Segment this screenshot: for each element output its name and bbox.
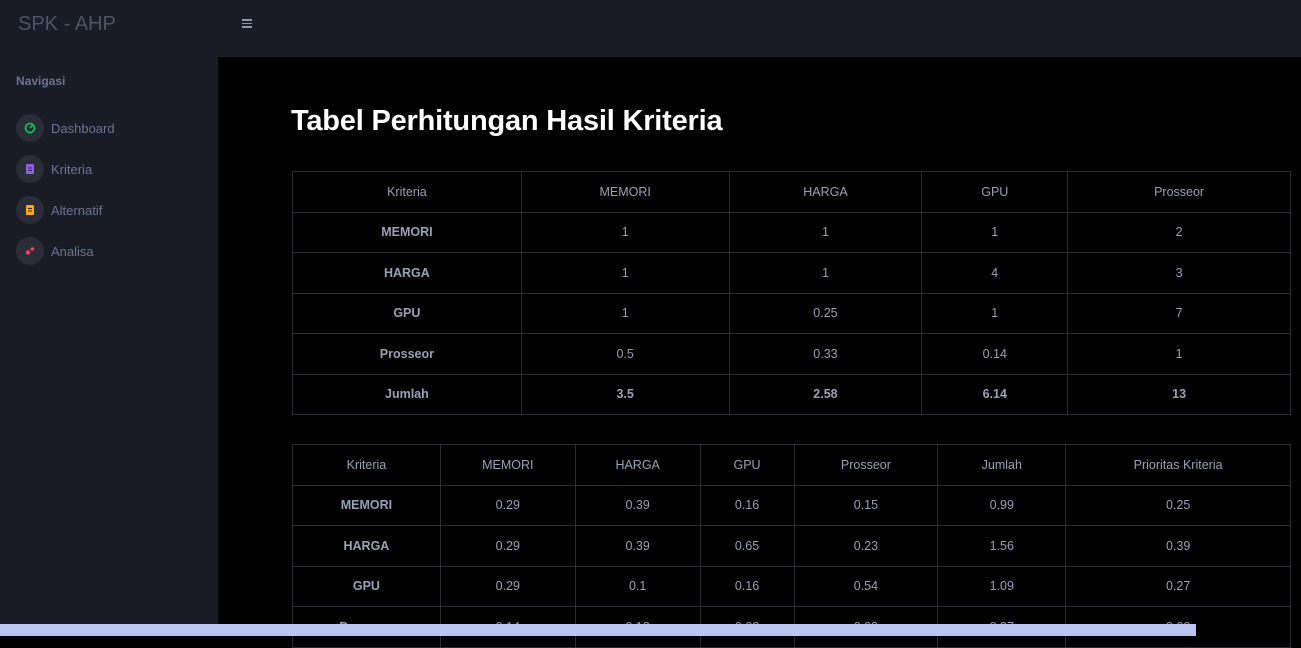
sum-cell: 3.5 (520, 373, 730, 415)
table-row: GPU 0.29 0.1 0.16 0.54 1.09 0.27 (292, 565, 1291, 607)
table-cell: 1 (1067, 333, 1291, 375)
table-cell: 0.29 (439, 565, 576, 607)
table-cell: 7 (1067, 292, 1291, 334)
table-row: Prosseor 0.5 0.33 0.14 1 (292, 333, 1291, 375)
table-cell: 1 (921, 292, 1069, 334)
table-cell: 0.23 (793, 525, 939, 567)
chart-icon (16, 237, 44, 265)
table-header-row: Kriteria MEMORI HARGA GPU Prosseor (292, 171, 1291, 213)
horizontal-scrollbar[interactable] (0, 624, 1196, 636)
sidebar-item-label: Dashboard (51, 120, 115, 136)
table-row: MEMORI 1 1 1 2 (292, 211, 1291, 253)
column-header: MEMORI (439, 444, 576, 486)
row-header: HARGA (292, 525, 441, 567)
pairwise-comparison-table: Kriteria MEMORI HARGA GPU Prosseor MEMOR… (292, 171, 1291, 415)
column-header: Kriteria (292, 444, 441, 486)
clipboard-icon (16, 155, 44, 183)
table-cell: 0.1 (574, 565, 701, 607)
sidebar-item-analisa[interactable]: Analisa (16, 237, 206, 265)
table-cell: 0.39 (574, 525, 701, 567)
table-cell: 1 (520, 292, 730, 334)
column-header: HARGA (728, 171, 923, 213)
column-header: GPU (921, 171, 1069, 213)
table-cell: 0.5 (520, 333, 730, 375)
sidebar-title: Navigasi (16, 74, 66, 88)
menu-toggle-icon[interactable] (242, 17, 256, 33)
column-header: Jumlah (937, 444, 1067, 486)
main-content: Tabel Perhitungan Hasil Kriteria Kriteri… (218, 57, 1301, 648)
table-cell: 0.33 (728, 333, 923, 375)
column-header: Prosseor (1067, 171, 1291, 213)
brand-logo[interactable]: SPK - AHP (18, 13, 116, 36)
table-row: HARGA 1 1 4 3 (292, 252, 1291, 294)
page-title: Tabel Perhitungan Hasil Kriteria (291, 105, 723, 137)
top-navbar: SPK - AHP (0, 0, 1301, 57)
table-cell: 1 (728, 252, 923, 294)
sidebar-item-dashboard[interactable]: Dashboard (16, 114, 206, 142)
speedometer-icon (16, 114, 44, 142)
table-cell: 2 (1067, 211, 1291, 253)
table-cell: 0.29 (439, 484, 576, 526)
table-cell: 0.25 (728, 292, 923, 334)
table-cell: 3 (1067, 252, 1291, 294)
table-cell: 1.56 (937, 525, 1067, 567)
table-cell: 0.39 (1065, 525, 1291, 567)
sum-row: Jumlah 3.5 2.58 6.14 13 (292, 373, 1291, 415)
normalized-matrix-table: Kriteria MEMORI HARGA GPU Prosseor Jumla… (292, 444, 1291, 648)
table-cell: 0.27 (1065, 565, 1291, 607)
table-cell: 1 (921, 211, 1069, 253)
sidebar-item-alternatif[interactable]: Alternatif (16, 196, 206, 224)
table-cell: 0.29 (439, 525, 576, 567)
sidebar-item-label: Alternatif (51, 202, 103, 218)
table-cell: 0.65 (699, 525, 795, 567)
column-header: Prosseor (793, 444, 939, 486)
column-header: Kriteria (292, 171, 522, 213)
row-header: Prosseor (292, 333, 522, 375)
sum-cell: 13 (1067, 373, 1291, 415)
row-header: MEMORI (292, 211, 522, 253)
row-header: HARGA (292, 252, 522, 294)
table-header-row: Kriteria MEMORI HARGA GPU Prosseor Jumla… (292, 444, 1291, 486)
column-header: HARGA (574, 444, 701, 486)
table-cell: 0.25 (1065, 484, 1291, 526)
document-icon (16, 196, 44, 224)
table-row: GPU 1 0.25 1 7 (292, 292, 1291, 334)
row-header: GPU (292, 565, 441, 607)
column-header: GPU (699, 444, 795, 486)
column-header: Prioritas Kriteria (1065, 444, 1291, 486)
sum-cell: 6.14 (921, 373, 1069, 415)
table-cell: 0.99 (937, 484, 1067, 526)
table-row: MEMORI 0.29 0.39 0.16 0.15 0.99 0.25 (292, 484, 1291, 526)
sum-cell: 2.58 (728, 373, 923, 415)
table-cell: 1 (520, 211, 730, 253)
table-cell: 0.16 (699, 565, 795, 607)
table-cell: 0.15 (793, 484, 939, 526)
row-header: MEMORI (292, 484, 441, 526)
sidebar-item-kriteria[interactable]: Kriteria (16, 155, 206, 183)
column-header: MEMORI (520, 171, 730, 213)
table-cell: 0.39 (574, 484, 701, 526)
table-cell: 0.14 (921, 333, 1069, 375)
table-cell: 1.09 (937, 565, 1067, 607)
sidebar-item-label: Analisa (51, 243, 94, 259)
table-cell: 4 (921, 252, 1069, 294)
table-cell: 1 (728, 211, 923, 253)
sum-label: Jumlah (292, 373, 522, 415)
row-header: GPU (292, 292, 522, 334)
table-row: HARGA 0.29 0.39 0.65 0.23 1.56 0.39 (292, 525, 1291, 567)
table-cell: 0.16 (699, 484, 795, 526)
table-cell: 1 (520, 252, 730, 294)
sidebar-item-label: Kriteria (51, 161, 93, 177)
table-cell: 0.54 (793, 565, 939, 607)
sidebar: Navigasi Dashboard Kriteria Alternatif A… (0, 57, 218, 636)
